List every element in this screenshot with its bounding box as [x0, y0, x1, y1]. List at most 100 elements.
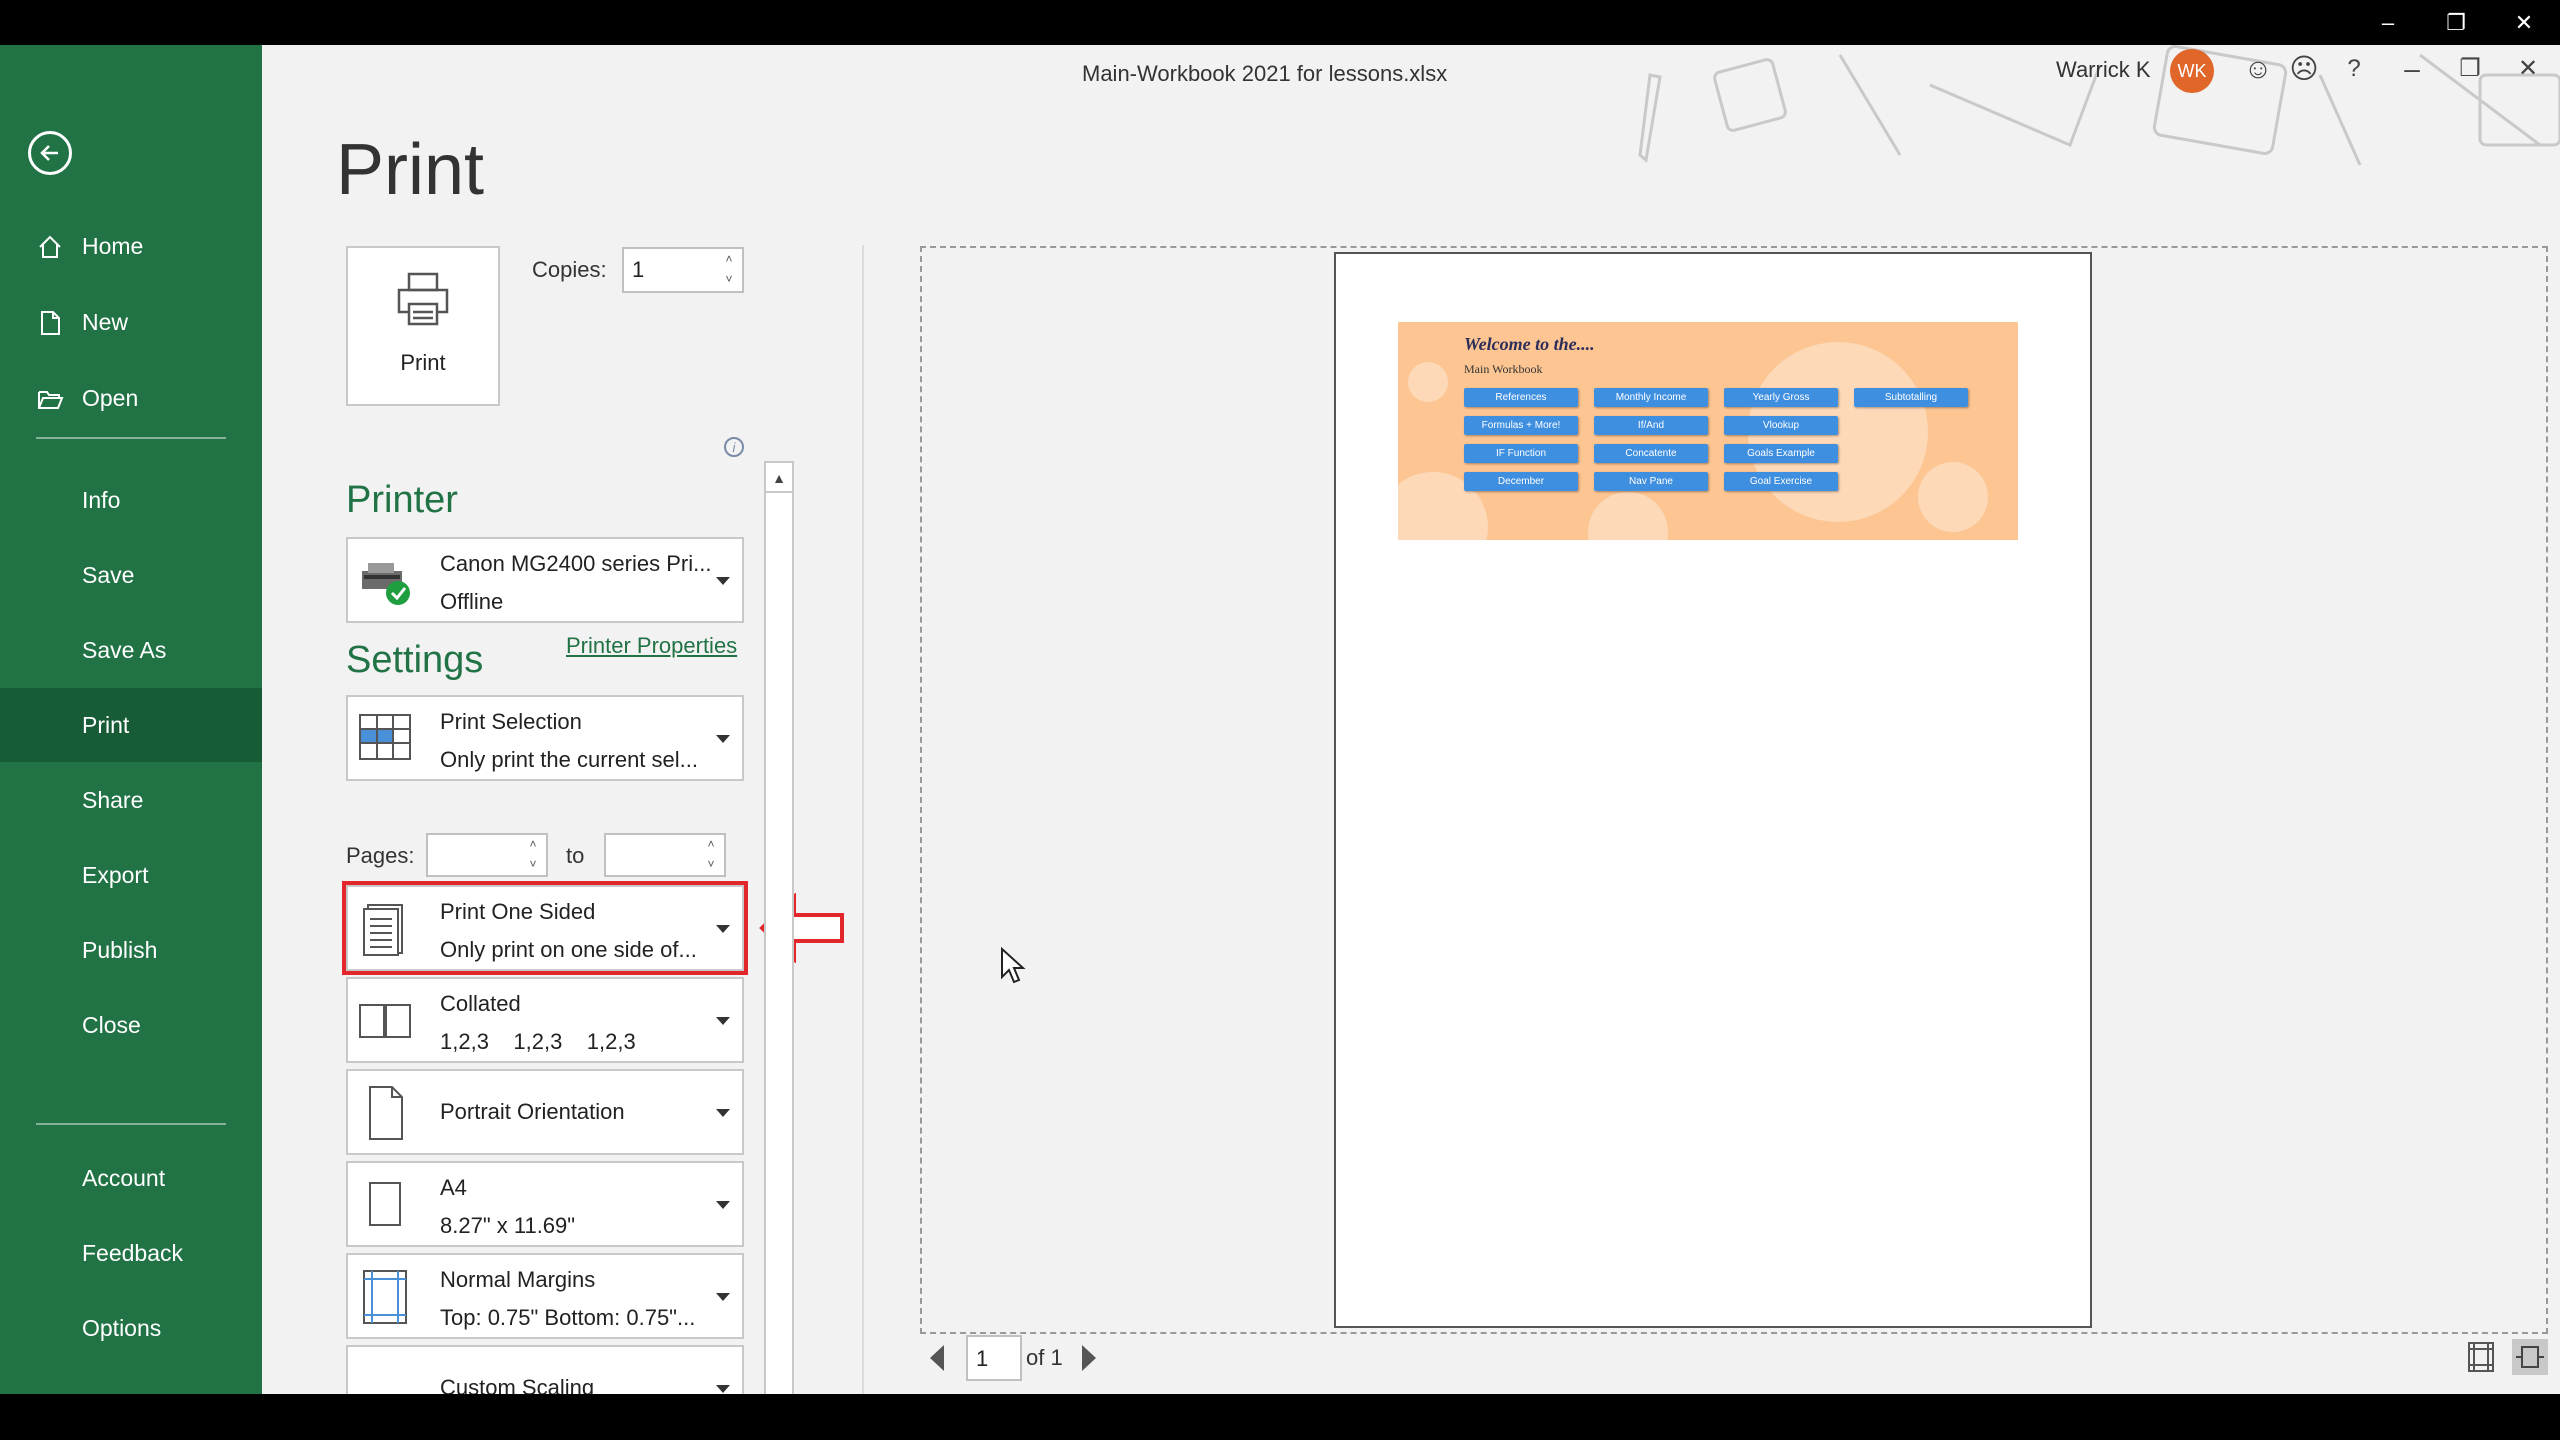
nav-options[interactable]: Options: [0, 1291, 262, 1365]
margins-dropdown[interactable]: Normal Margins Top: 0.75" Bottom: 0.75".…: [346, 1253, 744, 1339]
frown-icon[interactable]: ☹: [2286, 51, 2322, 87]
nav-close-label: Close: [82, 1012, 141, 1038]
nav-account[interactable]: Account: [0, 1141, 262, 1215]
nav-new-label: New: [82, 309, 129, 335]
nav-share[interactable]: Share: [0, 763, 262, 837]
chevron-down-icon: [716, 735, 730, 743]
zoom-to-page-button[interactable]: [2512, 1339, 2548, 1375]
decorative-bubble: [1408, 362, 1448, 402]
smile-icon[interactable]: ☺: [2240, 51, 2276, 87]
minimize-icon[interactable]: –: [2394, 51, 2430, 87]
new-file-icon: [41, 311, 60, 335]
pages-to-input[interactable]: ˄ ˅: [604, 833, 726, 877]
mouse-cursor-icon: [1001, 947, 1026, 984]
copies-stepper[interactable]: 1 ˄ ˅: [622, 247, 744, 293]
printer-dropdown[interactable]: Canon MG2400 series Pri... Offline: [346, 537, 744, 623]
document-title: Main-Workbook 2021 for lessons.xlsx: [1082, 61, 1448, 86]
nav-publish[interactable]: Publish: [0, 913, 262, 987]
print-button-label: Print: [400, 350, 446, 375]
print-what-desc: Only print the current sel...: [440, 747, 698, 772]
panel-divider: [862, 245, 864, 1394]
sheet-button: Yearly Gross: [1724, 388, 1838, 407]
nav-new[interactable]: New: [0, 285, 262, 359]
back-arrow-icon[interactable]: [28, 131, 72, 175]
sheet-button: References: [1464, 388, 1578, 407]
pages-to-label: to: [566, 843, 585, 868]
nav-publish-label: Publish: [82, 937, 158, 963]
backstage-sidebar: Home New Open Info Save Save As Print Sh…: [0, 45, 262, 1394]
chevron-down-icon: [716, 1385, 730, 1393]
close-icon[interactable]: ✕: [2510, 51, 2546, 87]
nav-export[interactable]: Export: [0, 838, 262, 912]
next-page-icon[interactable]: [1082, 1345, 1096, 1371]
user-name[interactable]: Warrick K: [2056, 57, 2151, 83]
print-button[interactable]: Print: [346, 246, 500, 406]
print-selection-icon: [359, 714, 411, 760]
sheet-button: Vlookup: [1724, 416, 1838, 435]
decrease-icon[interactable]: ˅: [704, 857, 718, 871]
nav-feedback[interactable]: Feedback: [0, 1216, 262, 1290]
nav-feedback-label: Feedback: [82, 1240, 184, 1266]
nav-save-as-label: Save As: [82, 637, 167, 663]
nav-open[interactable]: Open: [0, 361, 262, 435]
nav-share-label: Share: [82, 787, 144, 813]
info-icon[interactable]: i: [724, 437, 744, 457]
collated-icon: [359, 1004, 411, 1038]
nav-save-as[interactable]: Save As: [0, 613, 262, 687]
sheet-title: Welcome to the....: [1464, 334, 1595, 354]
help-icon[interactable]: ?: [2336, 51, 2372, 87]
increase-icon[interactable]: ˄: [704, 837, 718, 851]
show-margins-icon[interactable]: [2466, 1341, 2496, 1373]
collation-dropdown[interactable]: Collated 1,2,3 1,2,3 1,2,3: [346, 977, 744, 1063]
os-restore-icon[interactable]: ❐: [2436, 8, 2476, 38]
settings-scrollbar[interactable]: ▲ ▼: [764, 461, 794, 1394]
nav-separator: [36, 1123, 226, 1125]
chevron-down-icon: [716, 1201, 730, 1209]
nav-print-label: Print: [82, 712, 130, 738]
os-close-icon[interactable]: ✕: [2504, 8, 2544, 38]
scaling-dropdown[interactable]: Custom Scaling: [346, 1345, 744, 1394]
nav-open-label: Open: [82, 385, 139, 411]
sheet-button: Formulas + More!: [1464, 416, 1578, 435]
printer-icon: [397, 272, 449, 326]
avatar[interactable]: WK: [2170, 49, 2214, 93]
margins-icon: [363, 1270, 407, 1324]
sheet-button: Concatente: [1594, 444, 1708, 463]
nav-close[interactable]: Close: [0, 988, 262, 1062]
paper-size-dropdown[interactable]: A4 8.27" x 11.69": [346, 1161, 744, 1247]
settings-section-title: Settings: [346, 639, 484, 681]
sheet-subtitle: Main Workbook: [1464, 362, 1543, 376]
os-minimize-icon[interactable]: –: [2368, 8, 2408, 38]
copies-value: 1: [632, 257, 645, 282]
decorative-bubble: [1918, 462, 1988, 532]
sheet-button: IF Function: [1464, 444, 1578, 463]
nav-home[interactable]: Home: [0, 209, 262, 283]
nav-export-label: Export: [82, 862, 149, 888]
decrease-copies-icon[interactable]: ˅: [722, 272, 736, 286]
increase-copies-icon[interactable]: ˄: [722, 252, 736, 266]
collation-title: Collated: [440, 991, 521, 1016]
home-icon: [39, 235, 61, 258]
printer-properties-link[interactable]: Printer Properties: [566, 633, 737, 659]
pages-from-input[interactable]: ˄ ˅: [426, 833, 548, 877]
nav-save[interactable]: Save: [0, 538, 262, 612]
chevron-down-icon: [716, 1017, 730, 1025]
nav-print[interactable]: Print: [0, 688, 262, 762]
increase-icon[interactable]: ˄: [526, 837, 540, 851]
print-what-dropdown[interactable]: Print Selection Only print the current s…: [346, 695, 744, 781]
nav-info[interactable]: Info: [0, 463, 262, 537]
restore-icon[interactable]: ❐: [2452, 51, 2488, 87]
preview-sheet-content: Welcome to the.... Main Workbook Referen…: [1398, 322, 2018, 540]
printer-status-icon: [362, 563, 410, 605]
previous-page-icon[interactable]: [930, 1345, 944, 1371]
sheet-button: Monthly Income: [1594, 388, 1708, 407]
orientation-title: Portrait Orientation: [440, 1099, 625, 1124]
scroll-up-icon[interactable]: ▲: [766, 463, 792, 493]
os-title-bar: – ❐ ✕: [0, 0, 2560, 45]
current-page-input[interactable]: 1: [966, 1335, 1022, 1381]
decrease-icon[interactable]: ˅: [526, 857, 540, 871]
collation-desc: 1,2,3 1,2,3 1,2,3: [440, 1029, 636, 1054]
orientation-dropdown[interactable]: Portrait Orientation: [346, 1069, 744, 1155]
paper-size-desc: 8.27" x 11.69": [440, 1213, 576, 1238]
chevron-down-icon: [716, 1293, 730, 1301]
